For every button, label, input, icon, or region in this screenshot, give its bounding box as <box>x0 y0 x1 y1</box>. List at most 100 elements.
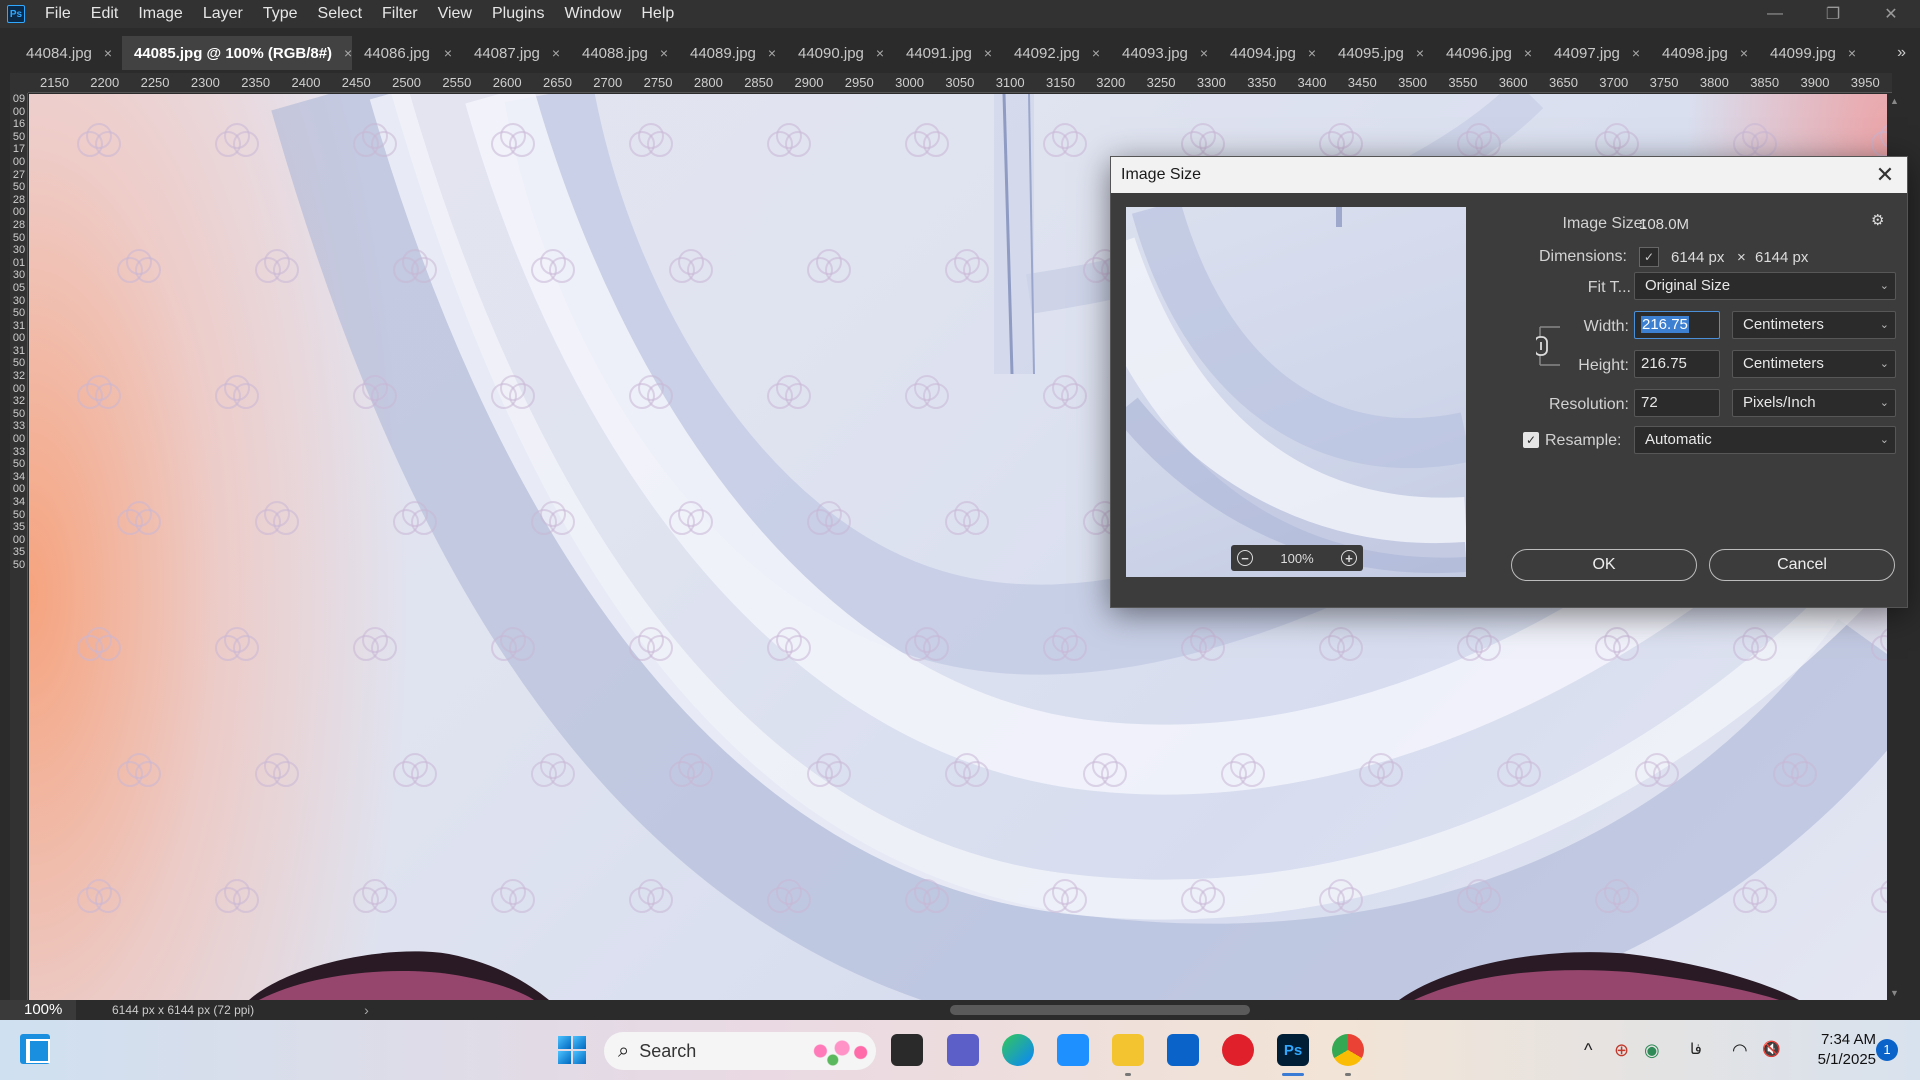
ruler-top-label: 2800 <box>693 75 723 90</box>
document-tab[interactable]: 44088.jpg × <box>570 36 678 70</box>
ruler-top-label: 3050 <box>945 75 975 90</box>
document-tab[interactable]: 44096.jpg × <box>1434 36 1542 70</box>
fit-to-select[interactable]: Original Size ⌄ <box>1634 272 1896 300</box>
tab-close-icon[interactable]: × <box>1416 45 1424 61</box>
resolution-unit-select[interactable]: Pixels/Inch ⌄ <box>1732 389 1896 417</box>
tab-close-icon[interactable]: × <box>1524 45 1532 61</box>
image-preview[interactable]: − 100% + <box>1126 207 1466 577</box>
chrome-icon[interactable] <box>1332 1034 1364 1066</box>
document-tab[interactable]: 44087.jpg × <box>462 36 570 70</box>
document-tab[interactable]: 44085.jpg @ 100% (RGB/8#) × <box>122 36 352 70</box>
teams-icon[interactable] <box>947 1034 979 1066</box>
dialog-close-icon[interactable]: ✕ <box>1873 162 1897 188</box>
document-tab[interactable]: 44089.jpg × <box>678 36 786 70</box>
menu-filter[interactable]: Filter <box>372 0 428 28</box>
document-tab[interactable]: 44093.jpg × <box>1110 36 1218 70</box>
edge-icon[interactable] <box>1002 1034 1034 1066</box>
menu-file[interactable]: File <box>35 0 81 28</box>
minimize-button[interactable]: — <box>1746 0 1804 28</box>
zoom-level-field[interactable]: 100% <box>0 1000 76 1020</box>
restore-button[interactable]: ❐ <box>1804 0 1862 28</box>
notification-badge[interactable]: 1 <box>1876 1039 1898 1061</box>
dimensions-toggle-icon[interactable]: ✓ <box>1639 247 1659 267</box>
document-tab[interactable]: 44099.jpg × <box>1758 36 1866 70</box>
resample-checkbox[interactable]: ✓ <box>1523 432 1539 448</box>
document-tab[interactable]: 44084.jpg × <box>14 36 122 70</box>
resolution-unit-value: Pixels/Inch <box>1743 394 1816 411</box>
width-unit-select[interactable]: Centimeters ⌄ <box>1732 311 1896 339</box>
menu-select[interactable]: Select <box>308 0 372 28</box>
search-placeholder: Search <box>639 1040 697 1061</box>
tab-close-icon[interactable]: × <box>552 45 560 61</box>
dialog-titlebar[interactable]: Image Size ✕ <box>1111 157 1907 193</box>
document-tab[interactable]: 44095.jpg × <box>1326 36 1434 70</box>
horizontal-scrollbar[interactable] <box>310 1003 1870 1017</box>
taskbar-search[interactable]: ⌕ Search <box>604 1032 876 1070</box>
tab-close-icon[interactable]: × <box>876 45 884 61</box>
tray-app-icon[interactable]: ⊕ <box>1614 1040 1629 1061</box>
tab-close-icon[interactable]: × <box>1308 45 1316 61</box>
tab-close-icon[interactable]: × <box>1200 45 1208 61</box>
tab-label: 44092.jpg <box>1014 44 1080 62</box>
file-explorer-icon[interactable] <box>1112 1034 1144 1066</box>
ruler-top[interactable]: 2150 2200 2250 2300 2350 2400 2450 2500 2550 2600… <box>28 73 1892 93</box>
tab-close-icon[interactable]: × <box>344 45 352 61</box>
tab-close-icon[interactable]: × <box>1092 45 1100 61</box>
windows-start-icon[interactable] <box>558 1036 586 1064</box>
menu-image[interactable]: Image <box>128 0 192 28</box>
ok-button[interactable]: OK <box>1511 549 1697 581</box>
scroll-up-icon[interactable]: ▲ <box>1890 96 1899 106</box>
document-tab[interactable]: 44090.jpg × <box>786 36 894 70</box>
volume-muted-icon[interactable]: 🔇 <box>1762 1040 1781 1058</box>
tab-overflow-icon[interactable]: » <box>1897 36 1906 70</box>
widgets-icon[interactable] <box>20 1034 50 1064</box>
gear-icon[interactable]: ⚙ <box>1871 211 1884 229</box>
document-tab[interactable]: 44098.jpg × <box>1650 36 1758 70</box>
tray-globe-icon[interactable]: ◉ <box>1644 1040 1660 1061</box>
menu-plugins[interactable]: Plugins <box>482 0 554 28</box>
opera-icon[interactable] <box>1222 1034 1254 1066</box>
zoom-in-icon[interactable]: + <box>1341 550 1357 566</box>
zoom-out-icon[interactable]: − <box>1237 550 1253 566</box>
tab-close-icon[interactable]: × <box>1848 45 1856 61</box>
height-unit-select[interactable]: Centimeters ⌄ <box>1732 350 1896 378</box>
document-tab[interactable]: 44091.jpg × <box>894 36 1002 70</box>
close-window-button[interactable]: ✕ <box>1862 0 1920 28</box>
document-tab[interactable]: 44097.jpg × <box>1542 36 1650 70</box>
tray-chevron-icon[interactable]: ^ <box>1584 1040 1592 1061</box>
tab-close-icon[interactable]: × <box>768 45 776 61</box>
menu-layer[interactable]: Layer <box>193 0 253 28</box>
document-tab[interactable]: 44094.jpg × <box>1218 36 1326 70</box>
resolution-input[interactable]: 72 <box>1634 389 1720 417</box>
cancel-button[interactable]: Cancel <box>1709 549 1895 581</box>
language-indicator[interactable]: فا <box>1690 1040 1702 1058</box>
menu-type[interactable]: Type <box>253 0 308 28</box>
tab-close-icon[interactable]: × <box>444 45 452 61</box>
menu-edit[interactable]: Edit <box>81 0 129 28</box>
menu-window[interactable]: Window <box>554 0 631 28</box>
task-view-icon[interactable] <box>891 1034 923 1066</box>
scroll-down-icon[interactable]: ▼ <box>1890 988 1899 998</box>
tab-close-icon[interactable]: × <box>660 45 668 61</box>
menu-view[interactable]: View <box>428 0 482 28</box>
width-unit-value: Centimeters <box>1743 316 1824 333</box>
tab-label: 44085.jpg @ 100% (RGB/8#) <box>134 44 333 62</box>
photoshop-taskbar-icon[interactable]: Ps <box>1277 1034 1309 1066</box>
horizontal-scroll-thumb[interactable] <box>950 1005 1250 1015</box>
width-input[interactable]: 216.75 <box>1634 311 1720 339</box>
clock[interactable]: 7:34 AM 5/1/2025 <box>1800 1030 1876 1070</box>
resample-select[interactable]: Automatic ⌄ <box>1634 426 1896 454</box>
snipping-tool-icon[interactable] <box>1057 1034 1089 1066</box>
tab-label: 44095.jpg <box>1338 44 1404 62</box>
tab-close-icon[interactable]: × <box>104 45 112 61</box>
ruler-left[interactable]: 0900165017002750280028503001300530503100… <box>10 93 28 1000</box>
height-input[interactable]: 216.75 <box>1634 350 1720 378</box>
tab-close-icon[interactable]: × <box>984 45 992 61</box>
document-tab[interactable]: 44092.jpg × <box>1002 36 1110 70</box>
store-icon[interactable] <box>1167 1034 1199 1066</box>
wifi-icon[interactable]: ◠ <box>1732 1040 1748 1061</box>
tab-close-icon[interactable]: × <box>1740 45 1748 61</box>
tab-close-icon[interactable]: × <box>1632 45 1640 61</box>
menu-help[interactable]: Help <box>631 0 684 28</box>
document-tab[interactable]: 44086.jpg × <box>352 36 462 70</box>
